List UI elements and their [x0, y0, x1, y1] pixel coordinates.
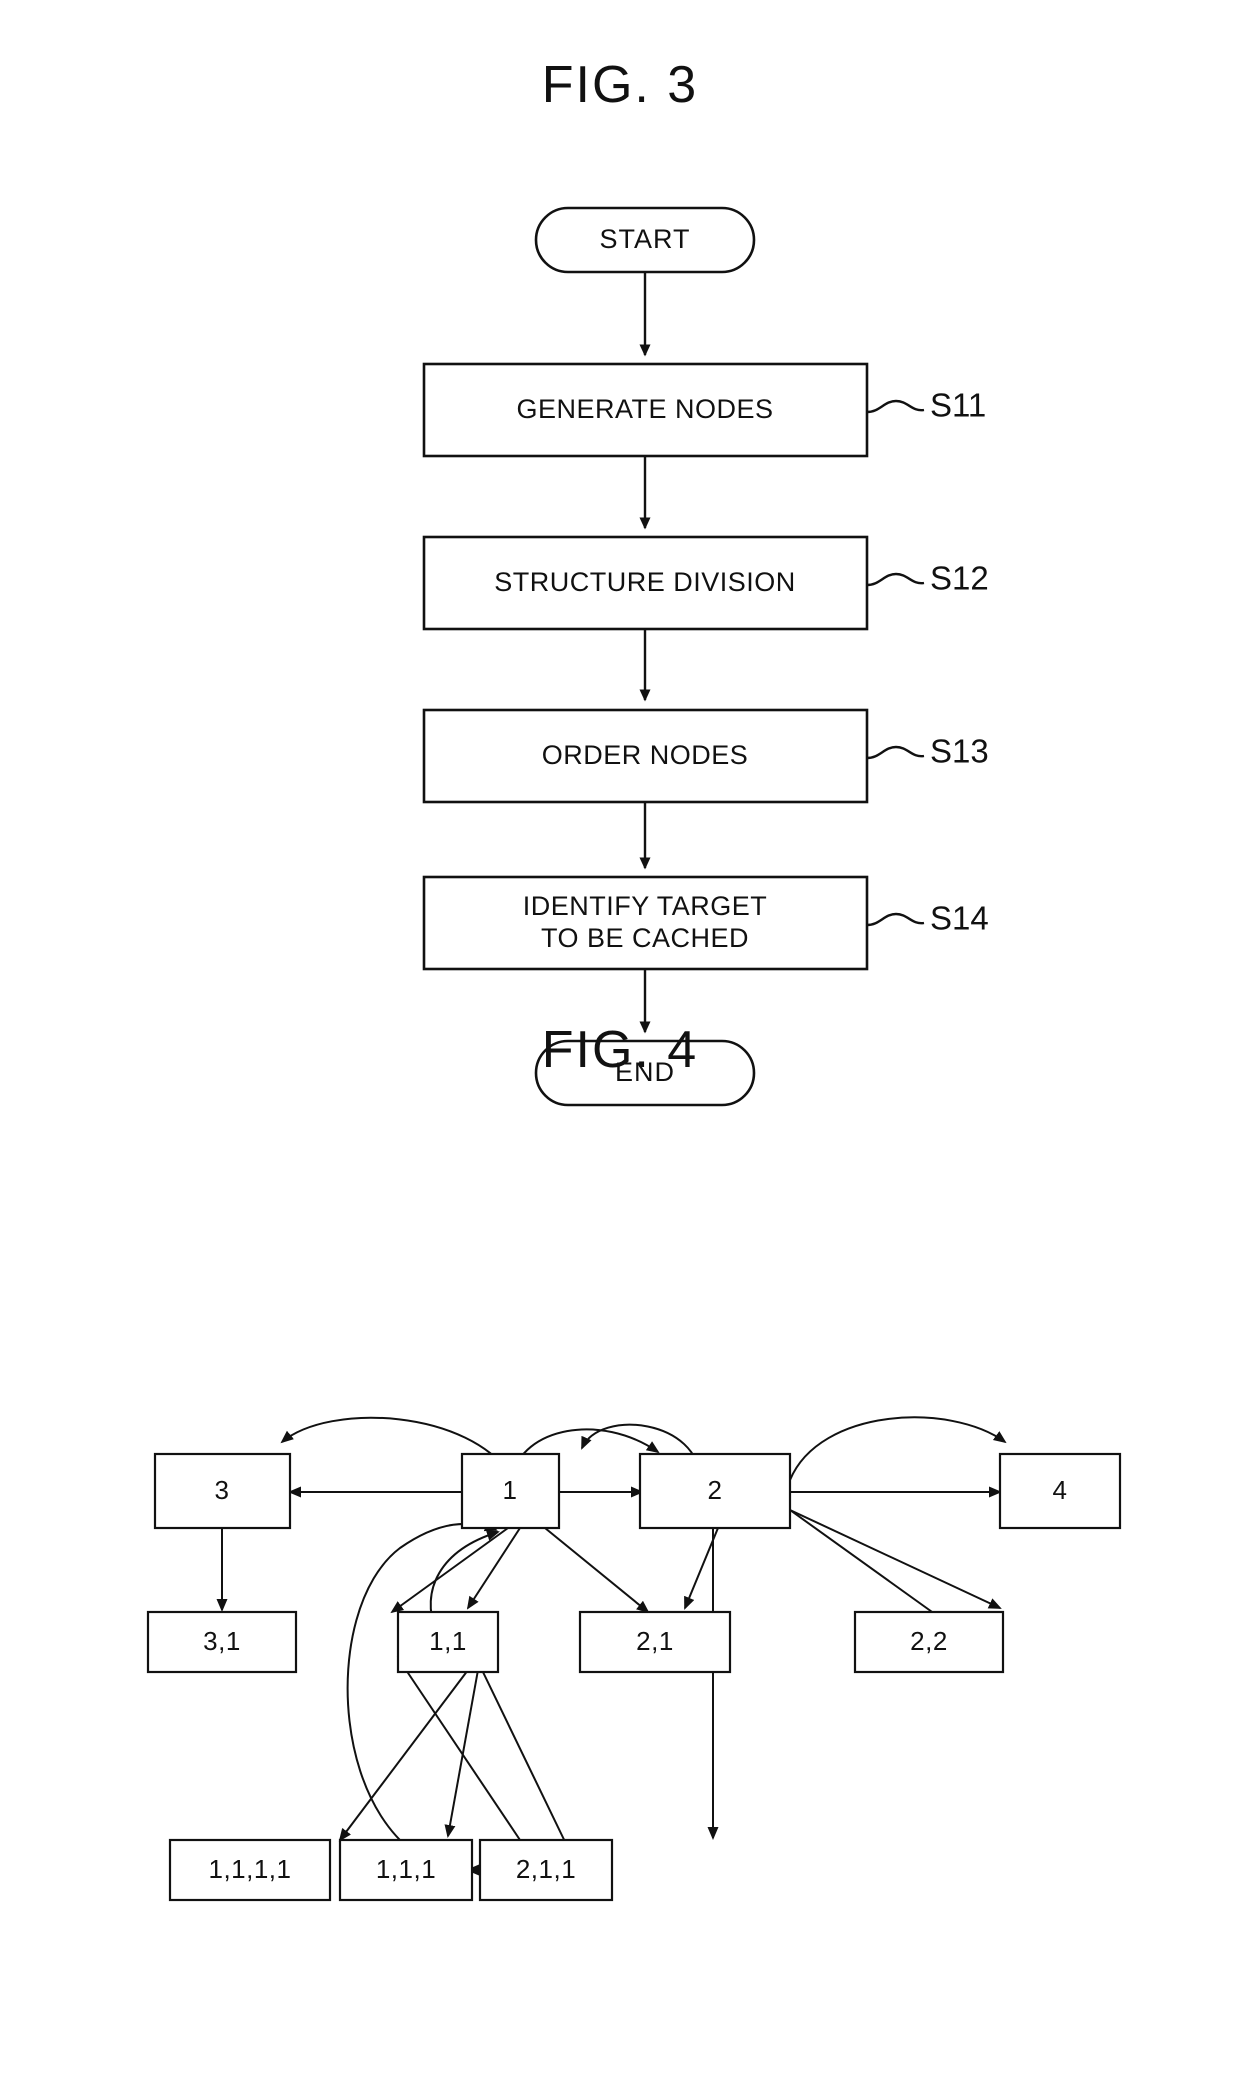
graph-node-2: 2 — [638, 1452, 792, 1530]
graph-node-21: 2,1 — [578, 1610, 732, 1674]
flow-node-s12: STRUCTURE DIVISION — [422, 535, 869, 631]
graph-node-211: 2,1,1 — [478, 1838, 614, 1902]
graph-node-1111: 1,1,1,1 — [168, 1838, 332, 1902]
edge-111-to-11 — [396, 1656, 521, 1841]
graph-node-211-label: 2,1,1 — [516, 1854, 576, 1884]
patent-figure-page: FIG. 3 START GENERATE NODES S11 STRUCTUR… — [0, 0, 1240, 2092]
graph-node-21-label: 2,1 — [636, 1626, 674, 1656]
flow-node-s14-label-line2: TO BE CACHED — [541, 923, 749, 953]
edge-1-to-21 — [544, 1527, 650, 1614]
flow-node-s14: IDENTIFY TARGET TO BE CACHED — [422, 875, 869, 971]
flow-node-start-label: START — [599, 224, 690, 254]
flow-node-s11-label: GENERATE NODES — [516, 394, 773, 424]
step-label-s14: S14 — [930, 900, 989, 937]
flow-node-s12-label: STRUCTURE DIVISION — [494, 567, 796, 597]
edge-11-to-111 — [444, 1669, 479, 1838]
leader-s14 — [866, 912, 925, 927]
figure-4-node-graph: 3 1 2 4 3,1 1,1 2,1 2,2 1,1,1,1 1,1,1 2,… — [146, 1416, 1122, 1902]
graph-node-11: 1,1 — [396, 1610, 500, 1674]
graph-node-2-label: 2 — [708, 1475, 723, 1505]
step-label-s12: S12 — [930, 560, 989, 597]
graph-node-1-label: 1 — [503, 1475, 518, 1505]
flow-node-s13-label: ORDER NODES — [542, 740, 749, 770]
flow-node-start: START — [534, 206, 756, 274]
leader-s12 — [866, 572, 925, 587]
graph-node-22-label: 2,2 — [910, 1626, 948, 1656]
figure-3-flowchart: START GENERATE NODES S11 STRUCTURE DIVIS… — [422, 206, 989, 971]
leader-s13 — [866, 745, 925, 760]
edge-2-to-4-curve — [789, 1416, 1007, 1481]
edge-2-to-22 — [789, 1509, 1002, 1609]
flow-node-s13: ORDER NODES — [422, 708, 869, 804]
edge-1-to-31 — [390, 1527, 509, 1614]
graph-node-1111-label: 1,1,1,1 — [208, 1854, 291, 1884]
edge-11-to-211 — [481, 1669, 571, 1854]
step-label-s11: S11 — [930, 387, 986, 424]
graph-node-4: 4 — [998, 1452, 1122, 1530]
graph-node-1: 1 — [460, 1452, 561, 1530]
graph-node-11-label: 1,1 — [429, 1626, 467, 1656]
leader-s11 — [866, 399, 925, 414]
graph-node-31: 3,1 — [146, 1610, 298, 1674]
step-label-s13: S13 — [930, 733, 989, 770]
graph-node-22: 2,2 — [853, 1610, 1005, 1674]
edge-11-to-1111 — [338, 1669, 469, 1842]
graph-node-111: 1,1,1 — [338, 1838, 474, 1902]
graph-node-4-label: 4 — [1053, 1475, 1068, 1505]
graph-node-111-label: 1,1,1 — [376, 1854, 436, 1884]
graph-node-3: 3 — [153, 1452, 292, 1530]
flow-node-s11: GENERATE NODES — [422, 362, 869, 458]
flow-node-s14-label-line1: IDENTIFY TARGET — [523, 891, 768, 921]
graph-node-3-label: 3 — [215, 1475, 230, 1505]
graph-node-31-label: 3,1 — [203, 1626, 241, 1656]
figure-4-title: FIG. 4 — [541, 1021, 699, 1079]
